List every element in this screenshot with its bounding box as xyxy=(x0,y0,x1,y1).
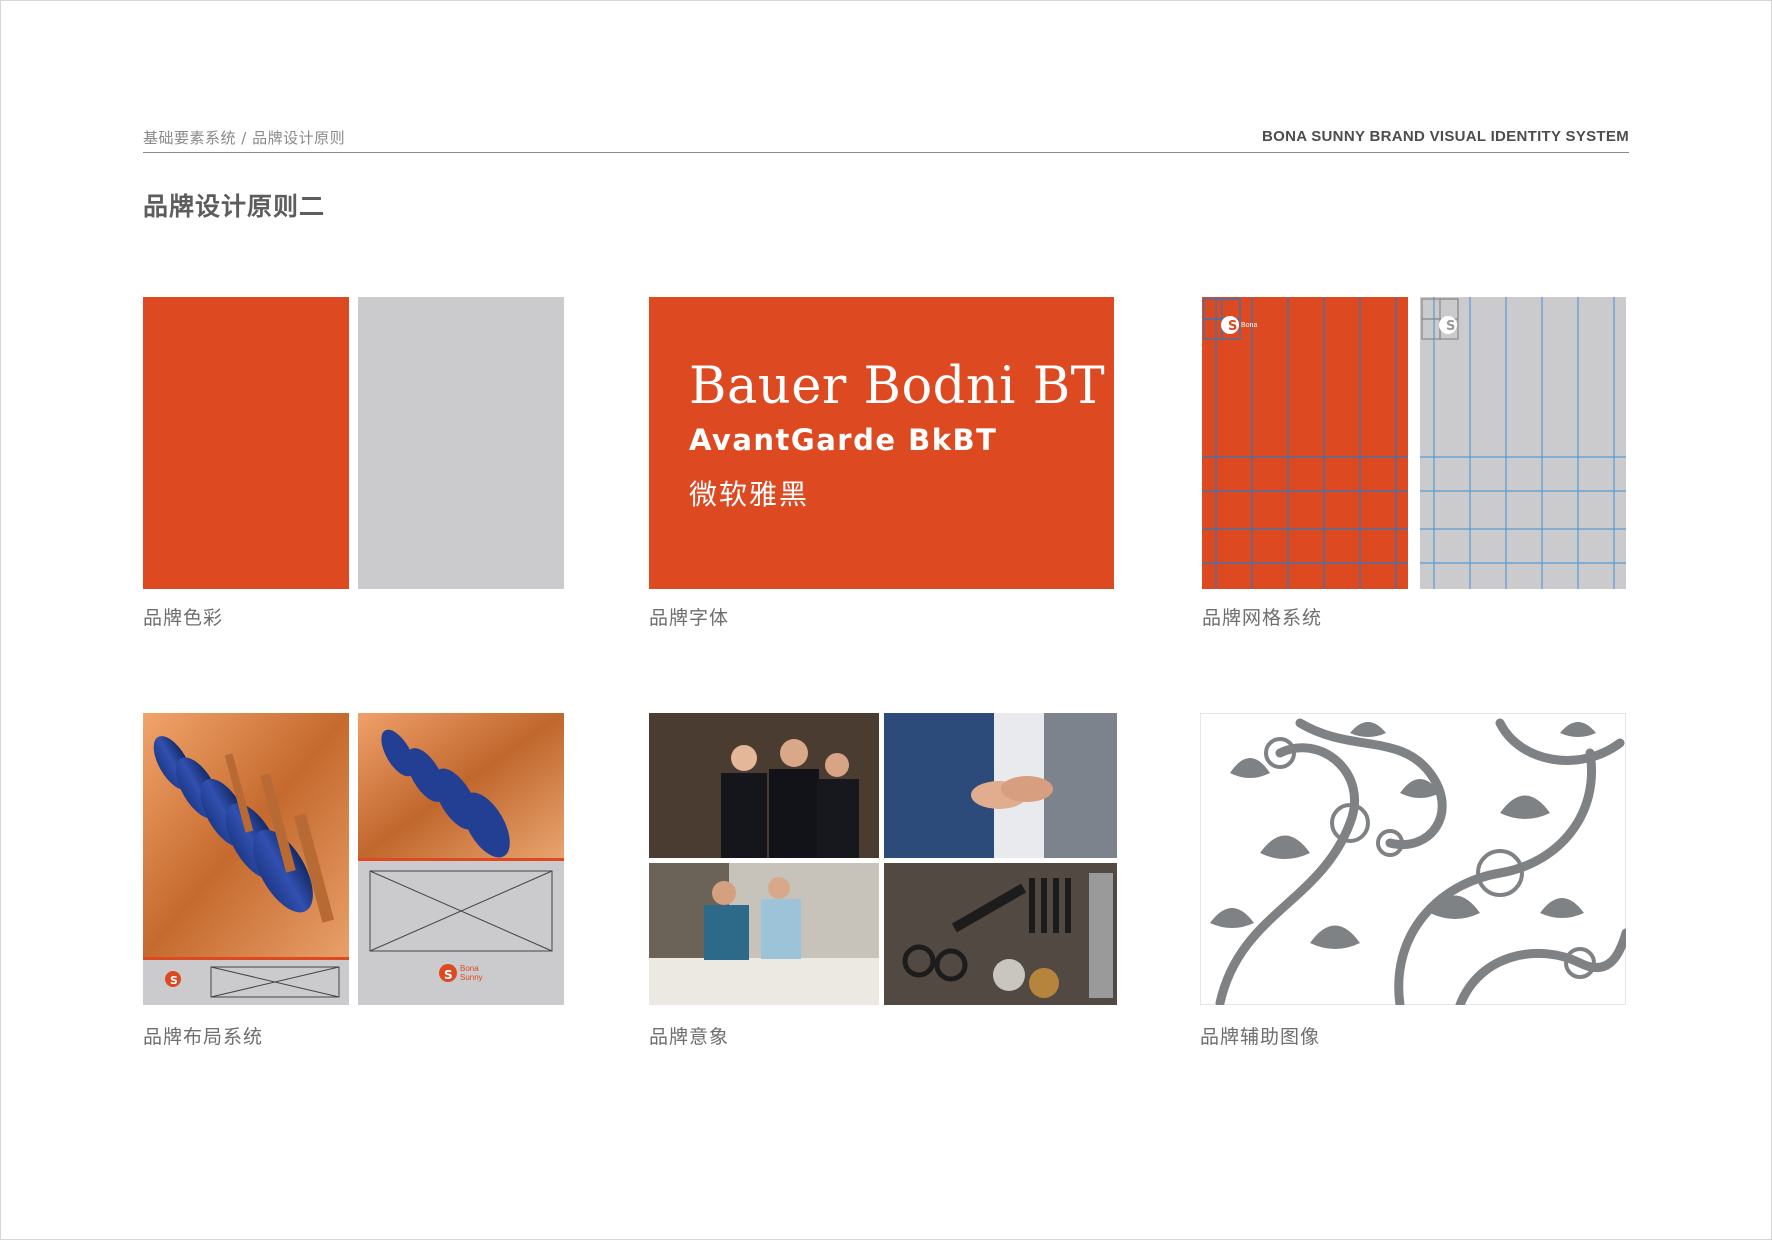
typeface-sample-bauer-bodni: Bauer Bodni BT xyxy=(689,357,1106,416)
header-divider xyxy=(143,152,1629,153)
brand-color-grey-swatch xyxy=(358,297,564,589)
brand-typeface-card: Bauer Bodni BT AvantGarde BkBT 微软雅黑 xyxy=(649,297,1114,589)
layout-system-image-half: S Bona Sunny xyxy=(358,713,564,1005)
breadcrumb: 基础要素系统 / 品牌设计原则 xyxy=(143,129,346,147)
grid-system-orange: S Bona xyxy=(1202,297,1408,589)
team-photo xyxy=(721,739,859,858)
grid-logo-text: Bona xyxy=(1241,322,1257,329)
svg-text:S: S xyxy=(170,974,178,987)
caption-brand-imagery: 品牌意象 xyxy=(649,1026,730,1048)
svg-text:S: S xyxy=(444,968,453,982)
caption-brand-pattern: 品牌辅助图像 xyxy=(1200,1026,1321,1048)
layout-system-image-cover: S xyxy=(143,713,349,1005)
brand-imagery-collage xyxy=(649,713,1117,1005)
caption-brand-typeface: 品牌字体 xyxy=(649,607,730,629)
brand-system-line: BONA SUNNY BRAND VISUAL IDENTITY SYSTEM xyxy=(1261,128,1629,145)
grid-system-grey: S xyxy=(1420,297,1626,589)
brand-color-orange-swatch xyxy=(143,297,349,589)
caption-brand-layout: 品牌布局系统 xyxy=(143,1026,264,1048)
caption-brand-grid: 品牌网格系统 xyxy=(1202,607,1323,629)
svg-text:S: S xyxy=(1228,319,1237,334)
svg-text:S: S xyxy=(1446,319,1455,334)
layout-logo-line2: Sunny xyxy=(460,973,483,982)
page-frame xyxy=(0,0,1772,1240)
page-title: 品牌设计原则二 xyxy=(143,192,326,221)
brand-auxiliary-pattern xyxy=(1200,713,1626,1005)
layout-logo-line1: Bona xyxy=(460,964,479,973)
typeface-sample-avantgarde: AvantGarde BkBT xyxy=(689,423,998,457)
typeface-sample-yahei: 微软雅黑 xyxy=(689,478,810,511)
caption-brand-color: 品牌色彩 xyxy=(143,607,224,629)
